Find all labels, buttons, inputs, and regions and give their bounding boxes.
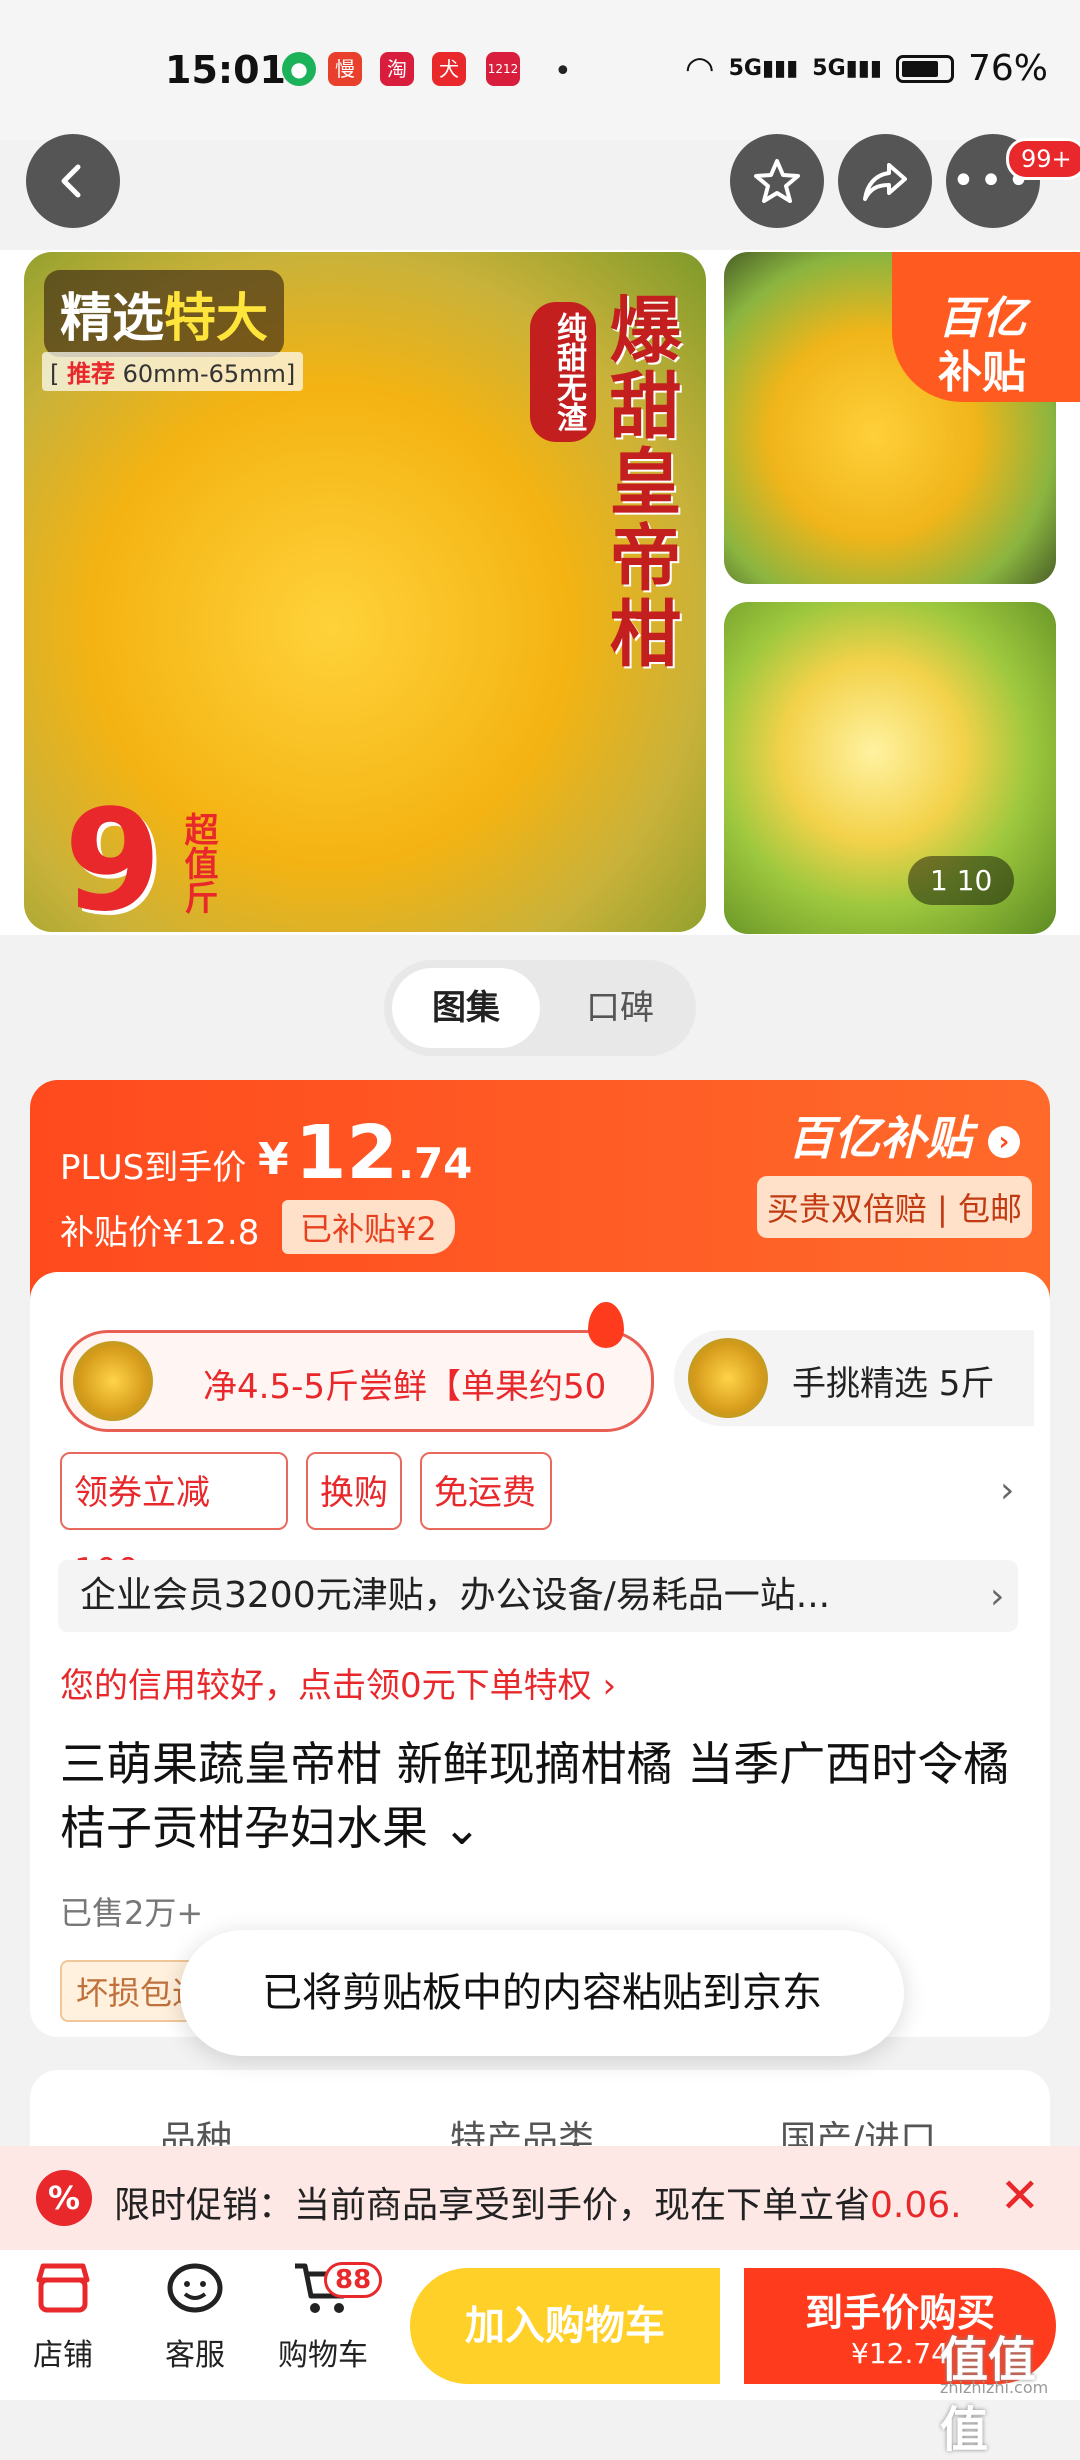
media-tabs: 图集 口碑 (384, 960, 696, 1056)
favorite-button[interactable] (730, 134, 824, 228)
chevron-right-icon[interactable]: › (1000, 1470, 1014, 1511)
tab-gallery[interactable]: 图集 (392, 968, 540, 1048)
watermark-url: zhizhizhi.com (940, 2378, 1049, 2397)
status-time: 15:01 (165, 48, 286, 92)
hot-icon (588, 1302, 624, 1348)
signal-icon: 5G▮▮▮ (812, 56, 882, 81)
app-notification-icon: 1212 (486, 52, 520, 86)
product-title[interactable]: 三萌果蔬皇帝柑 新鲜现摘柑橘 当季广西时令橘桔子贡柑孕妇水果 ⌄ (60, 1732, 1020, 1860)
cart-badge: 88 (324, 2262, 383, 2298)
free-shipping-tag[interactable]: 免运费 (420, 1452, 552, 1530)
image-vertical-title: 爆甜皇帝柑 (597, 292, 681, 672)
spec-label: 净4.5-5斤尝鲜【单果约50 (203, 1367, 607, 1407)
status-bar: 15:01 ● 慢 淘 犬 1212 • ◠ 5G▮▮▮ 5G▮▮▮ 76% (0, 0, 1080, 140)
shop-button[interactable]: 店铺 (8, 2260, 118, 2374)
back-arrow-icon (61, 164, 81, 198)
store-icon (8, 2260, 118, 2330)
promo-bar[interactable]: % 限时促销：当前商品享受到手价，现在下单立省0.06... ✕ (0, 2146, 1080, 2250)
battery-percent: 76% (967, 48, 1048, 89)
app-notification-icon: ● (282, 52, 316, 86)
cart-label: 购物车 (278, 2338, 368, 2373)
app-notification-icon: 淘 (380, 52, 414, 86)
exchange-tag[interactable]: 换购 (306, 1452, 402, 1530)
back-button[interactable] (26, 134, 120, 228)
star-icon (754, 159, 800, 203)
promo-text: 限时促销：当前商品享受到手价，现在下单立省0.06... (114, 2185, 964, 2226)
shop-label: 店铺 (33, 2338, 93, 2373)
discount-icon: % (36, 2170, 92, 2226)
app-notification-icon: 慢 (328, 52, 362, 86)
subsidy-perks: 买贵双倍赔 | 包邮 (756, 1176, 1032, 1238)
chevron-right-icon: › (988, 1125, 1020, 1158)
image-counter: 1 10 (908, 856, 1015, 905)
add-to-cart-button[interactable]: 加入购物车 (410, 2268, 720, 2384)
sold-count: 已售2万+ (60, 1894, 204, 1932)
wifi-icon: ◠ (684, 48, 715, 89)
more-badge: 99+ (1006, 138, 1080, 180)
subsidy-price: 补贴价¥12.8 (60, 1213, 260, 1253)
subsidy-logo[interactable]: 百亿补贴 › (788, 1102, 1020, 1168)
spec-thumbnail (73, 1341, 153, 1421)
spec-thumbnail (688, 1338, 768, 1418)
app-notification-icon: 犬 (432, 52, 466, 86)
service-label: 客服 (165, 2338, 225, 2373)
image-tag: 精选特大 (44, 270, 285, 357)
service-button[interactable]: 客服 (140, 2260, 250, 2374)
plus-price-label: PLUS到手价 (60, 1148, 247, 1188)
spec-label: 手挑精选 5斤 (792, 1364, 995, 1404)
image-price-number: 9 (64, 780, 162, 932)
clipboard-toast: 已将剪贴板中的内容粘贴到京东 (180, 1930, 904, 2056)
product-image-main[interactable]: 精选特大 [ 推荐 60mm-65mm] 纯甜无渣 爆甜皇帝柑 9 超值斤 (24, 252, 706, 932)
share-icon (863, 163, 907, 201)
image-size-note: [ 推荐 60mm-65mm] (42, 352, 304, 391)
image-price-unit: 超值斤 (178, 812, 218, 914)
currency-symbol: ¥ (258, 1134, 289, 1185)
price-value: 12.74 (295, 1110, 473, 1196)
share-button[interactable] (838, 134, 932, 228)
spec-option[interactable]: 手挑精选 5斤 (674, 1330, 1034, 1426)
credit-link[interactable]: 您的信用较好，点击领0元下单特权 › (60, 1658, 616, 1707)
coupon-tag[interactable]: 领券立减100 (60, 1452, 288, 1591)
enterprise-banner[interactable]: 企业会员3200元津贴，办公设备/易耗品一站... (58, 1560, 1018, 1632)
dot-icon: • (554, 54, 572, 89)
smiley-chat-icon (140, 2260, 250, 2330)
battery-icon (895, 54, 954, 83)
subsidy-corner-text: 补贴 (938, 347, 1026, 398)
signal-icon: 5G▮▮▮ (728, 56, 799, 81)
chevron-right-icon: › (990, 1576, 1005, 1617)
status-right: ◠ 5G▮▮▮ 5G▮▮▮ 76% (685, 48, 1048, 89)
close-icon[interactable]: ✕ (1000, 2168, 1040, 2224)
subsidy-tag: 已补贴¥2 (282, 1200, 455, 1254)
spec-option-selected[interactable]: 净4.5-5斤尝鲜【单果约50 (60, 1330, 654, 1432)
subsidy-corner-badge: 百亿 补贴 (892, 252, 1080, 402)
tab-reviews[interactable]: 口碑 (552, 968, 688, 1048)
